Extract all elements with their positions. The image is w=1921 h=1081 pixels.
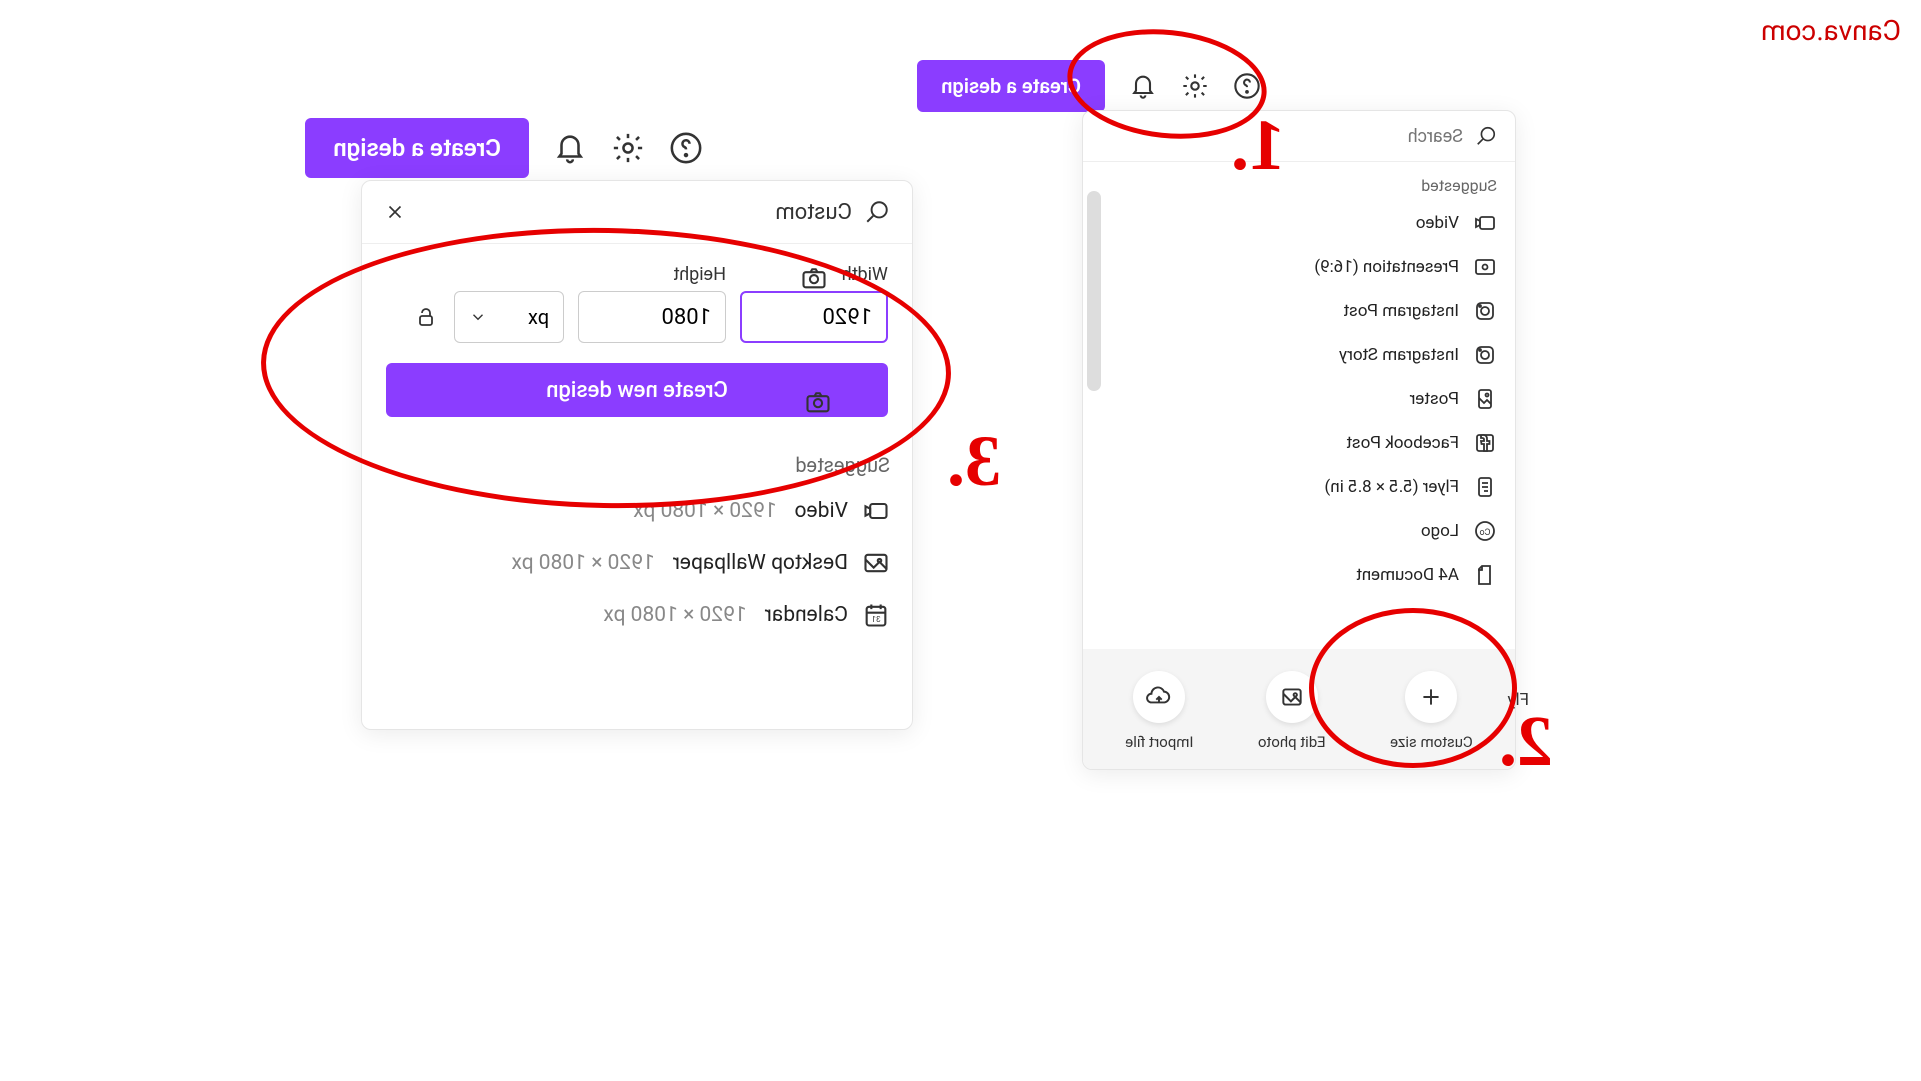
flyer-icon [1473,475,1497,499]
facebook-icon [1473,431,1497,455]
height-label: Height [578,264,726,285]
svg-text:Co: Co [1480,528,1491,538]
create-dropdown-panel: Suggested Video Presentation (16:9) Inst… [1082,110,1516,770]
calendar-icon: 31 [862,601,890,629]
item-label: Poster [1410,389,1459,409]
gear-icon[interactable] [1181,72,1209,100]
item-label: Instagram Story [1339,345,1459,365]
item-label: A4 Document [1356,565,1459,585]
callout-1: 1. [1231,104,1285,187]
custom-size-label: Custom size [1390,733,1473,751]
svg-text:31: 31 [871,614,880,624]
suggested-item-presentation[interactable]: Presentation (16:9) [1083,245,1515,289]
item-label: Flyer (5.5 × 8.5 in) [1324,477,1459,497]
create-design-button[interactable]: Create a design [305,118,529,178]
suggested-item-calendar[interactable]: 31 Calendar 1920 × 1080 px [362,589,912,641]
create-design-button[interactable]: Create a design [917,60,1105,112]
help-icon[interactable] [669,131,703,165]
item-label: Presentation (16:9) [1314,257,1459,277]
suggested-item-video[interactable]: Video 1920 × 1080 px [362,485,912,537]
edit-photo-label: Edit photo [1258,733,1326,751]
topbar-panel2: Create a design [305,118,703,178]
image-icon [862,549,890,577]
bottom-actions: Custom size Edit photo Import file [1083,649,1515,769]
instagram-icon [1473,299,1497,323]
topbar-panel1: Create a design [917,60,1261,112]
chevron-down-icon [469,308,487,326]
presentation-icon [1473,255,1497,279]
lock-aspect-button[interactable] [412,291,440,343]
help-icon[interactable] [1233,72,1261,100]
search-input[interactable] [418,200,852,225]
suggested-label: Suggested [362,437,912,485]
item-dim: 1920 × 1080 px [511,551,654,575]
search-row [362,181,912,244]
bell-icon[interactable] [1129,72,1157,100]
search-icon [1475,125,1497,147]
custom-size-button[interactable]: Custom size [1390,671,1473,751]
item-label: Logo [1421,521,1459,541]
suggested-label: Suggested [1083,162,1515,201]
watermark-text: Canva.com [1761,14,1901,47]
edit-photo-button[interactable]: Edit photo [1258,671,1326,751]
item-label: Video [1416,213,1459,233]
document-icon [1473,563,1497,587]
bell-icon[interactable] [553,131,587,165]
item-label: Instagram Post [1343,301,1459,321]
import-file-label: Import file [1125,733,1193,751]
suggested-item-logo[interactable]: Co Logo [1083,509,1515,553]
camera-icon [804,388,832,416]
item-dim: 1920 × 1080 px [633,499,776,523]
width-input[interactable] [740,291,888,343]
height-input[interactable] [578,291,726,343]
import-file-button[interactable]: Import file [1125,671,1193,751]
item-dim: 1920 × 1080 px [603,603,746,627]
suggested-item-fbpost[interactable]: Facebook Post [1083,421,1515,465]
item-label: Facebook Post [1346,433,1459,453]
poster-icon [1473,387,1497,411]
close-icon[interactable] [384,201,406,223]
suggested-item-wallpaper[interactable]: Desktop Wallpaper 1920 × 1080 px [362,537,912,589]
instagram-icon [1473,343,1497,367]
search-icon [864,199,890,225]
scrollbar[interactable] [1087,191,1101,391]
dimensions-row: Width Height px [362,244,912,343]
search-row [1083,111,1515,162]
callout-2: 2. [1499,700,1553,783]
suggested-item-poster[interactable]: Poster [1083,377,1515,421]
item-label: Desktop Wallpaper [673,551,848,575]
unit-label: px [528,305,549,329]
camera-icon [800,264,828,292]
callout-3: 3. [947,420,1001,503]
suggested-item-igpost[interactable]: Instagram Post [1083,289,1515,333]
video-icon [1473,211,1497,235]
suggested-item-a4[interactable]: A4 Document [1083,553,1515,597]
video-icon [862,497,890,525]
suggested-item-flyer[interactable]: Flyer (5.5 × 8.5 in) [1083,465,1515,509]
custom-size-panel: Width Height px Create new design Sugges… [361,180,913,730]
item-label: Calendar [765,603,848,627]
gear-icon[interactable] [611,131,645,165]
item-label: Video [795,499,848,523]
suggested-item-igstory[interactable]: Instagram Story [1083,333,1515,377]
logo-icon: Co [1473,519,1497,543]
suggested-item-video[interactable]: Video [1083,201,1515,245]
unit-select[interactable]: px [454,291,564,343]
